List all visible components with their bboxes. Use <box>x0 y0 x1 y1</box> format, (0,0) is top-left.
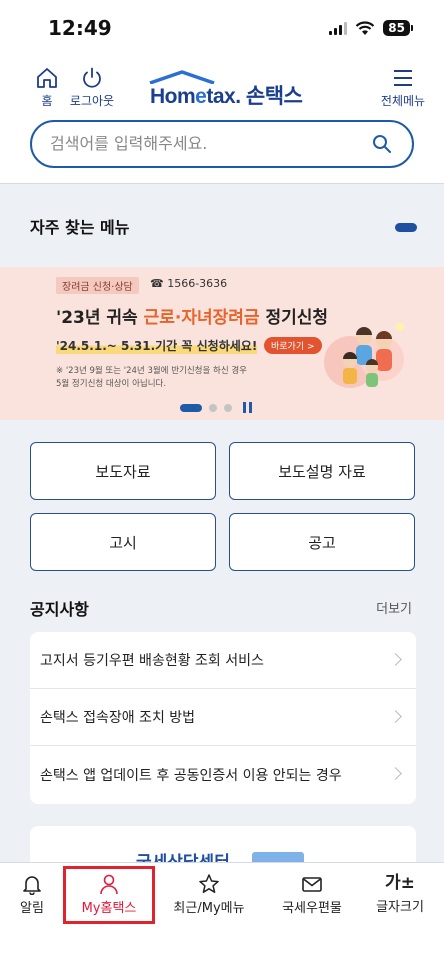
banner-period: '24.5.1.~ 5.31.기간 꼭 신청하세요! <box>56 337 258 354</box>
status-bar: 12:49 85 <box>0 0 444 56</box>
notice-item[interactable]: 손택스 앱 업데이트 후 공동인증서 이용 안되는 경우 <box>30 746 416 803</box>
banner-pager <box>180 402 252 413</box>
search-icon[interactable] <box>372 134 392 154</box>
notices-list: 고지서 등기우편 배송현황 조회 서비스 손택스 접속장애 조치 방법 손택스 … <box>30 632 416 804</box>
chevron-right-icon <box>389 653 402 666</box>
notice-item[interactable]: 고지서 등기우편 배송현황 조회 서비스 <box>30 632 416 689</box>
bell-icon <box>23 876 41 895</box>
announcement-button[interactable]: 고시 <box>30 513 216 571</box>
full-menu-button[interactable]: 전체메뉴 <box>378 66 428 109</box>
promo-banner[interactable]: 장려금 신청·상담 ☎ 1566-3636 '23년 귀속 근로·자녀장려금 정… <box>0 267 444 420</box>
public-notice-button[interactable]: 공고 <box>229 513 415 571</box>
pager-dot-active[interactable] <box>180 403 202 412</box>
favorites-collapse-toggle[interactable] <box>395 223 417 232</box>
pause-icon[interactable] <box>243 402 252 413</box>
app-header: 홈 로그아웃 Hometax. 손택스 전체메뉴 <box>0 56 444 184</box>
font-size-icon: 가± <box>385 873 415 893</box>
banner-headline: '23년 귀속 근로·자녀장려금 정기신청 <box>56 308 329 328</box>
notices-title: 공지사항 <box>30 600 89 619</box>
highlight-box <box>63 866 155 924</box>
banner-note: ※ '23년 9월 또는 '24년 3월에 반기신청을 하신 경우 5월 정기신청… <box>56 366 247 389</box>
notice-item[interactable]: 손택스 접속장애 조치 방법 <box>30 689 416 746</box>
tab-label: 국세우편물 <box>282 901 342 916</box>
status-icons: 85 <box>329 20 413 36</box>
wifi-icon <box>356 20 375 35</box>
tax-consultation-center-card[interactable]: 국세상담센터 <box>30 826 416 866</box>
search-input[interactable] <box>50 122 370 165</box>
tab-label: 최근/My메뉴 <box>173 901 245 916</box>
tab-font-size[interactable]: 가± 글자크기 <box>368 863 432 925</box>
home-button[interactable]: 홈 <box>32 66 62 109</box>
tab-label: 글자크기 <box>376 900 424 915</box>
banner-go-button[interactable]: 바로가기 > <box>264 337 322 354</box>
favorites-title: 자주 찾는 메뉴 <box>30 218 130 237</box>
press-explanation-button[interactable]: 보도설명 자료 <box>229 442 415 500</box>
chevron-right-icon <box>389 710 402 723</box>
pager-dot[interactable] <box>209 403 217 412</box>
battery-indicator: 85 <box>383 20 413 36</box>
home-icon <box>37 68 57 88</box>
home-label: 홈 <box>41 94 53 108</box>
family-illustration-icon <box>324 323 404 388</box>
tab-tax-mail[interactable]: 국세우편물 <box>272 863 352 925</box>
signal-icon <box>329 21 348 35</box>
power-icon <box>83 67 101 88</box>
hometax-logo[interactable]: Hometax. 손택스 <box>146 70 306 108</box>
tab-label: 알림 <box>20 901 44 916</box>
full-menu-label: 전체메뉴 <box>380 94 426 108</box>
mail-icon <box>302 877 322 892</box>
tab-notifications[interactable]: 알림 <box>10 863 54 925</box>
logout-label: 로그아웃 <box>69 94 115 108</box>
logout-button[interactable]: 로그아웃 <box>66 66 118 109</box>
logo-text: Hometax. 손택스 <box>150 85 303 108</box>
chevron-right-icon <box>389 767 402 780</box>
hamburger-icon <box>394 70 412 86</box>
star-icon <box>199 874 219 893</box>
search-box <box>30 120 414 168</box>
banner-phone: ☎ 1566-3636 <box>150 277 228 290</box>
notices-more-link[interactable]: 더보기 <box>376 598 412 617</box>
pager-dot[interactable] <box>224 403 232 412</box>
tab-recent-my-menu[interactable]: 최근/My메뉴 <box>164 863 254 925</box>
status-time: 12:49 <box>48 16 112 40</box>
banner-tag: 장려금 신청·상담 <box>56 277 139 294</box>
press-release-button[interactable]: 보도자료 <box>30 442 216 500</box>
